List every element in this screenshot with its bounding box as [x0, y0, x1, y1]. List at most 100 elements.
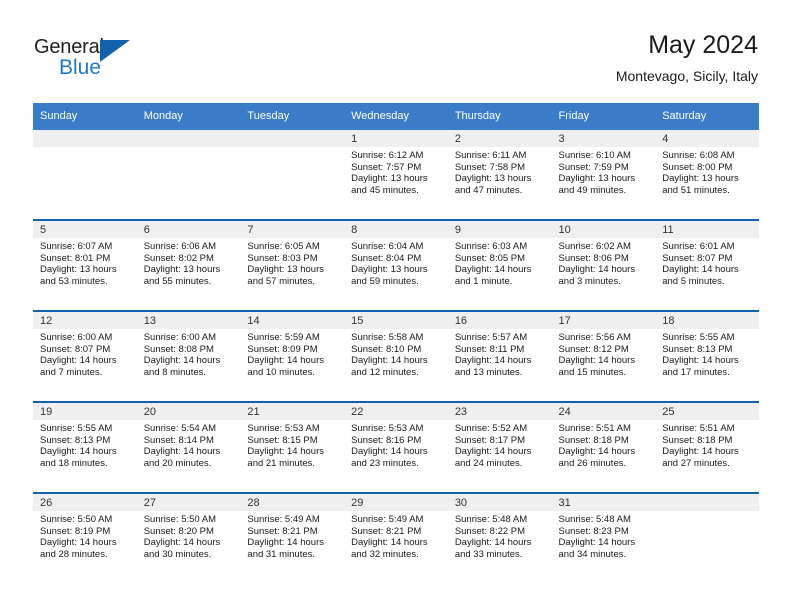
daylight-text-line1: Daylight: 13 hours [558, 173, 636, 185]
calendar-day-cell[interactable]: 1 Sunrise: 6:12 AM Sunset: 7:57 PM Daylight… [344, 130, 448, 220]
sunrise-text: Sunrise: 5:55 AM [40, 423, 113, 434]
calendar-day-cell[interactable]: 21 Sunrise: 5:53 AM Sunset: 8:15 PM Dayligh… [240, 401, 345, 493]
sunrise-text: Sunrise: 5:59 AM [247, 332, 320, 343]
day-details: Sunrise: 6:00 AM Sunset: 8:08 PM Daylight:… [137, 329, 241, 378]
calendar-day-cell[interactable]: 31 Sunrise: 5:48 AM Sunset: 8:23 PM Dayligh… [551, 492, 656, 583]
sunrise-text: Sunrise: 5:50 AM [143, 514, 217, 525]
sunrise-text: Sunrise: 6:00 AM [40, 332, 113, 343]
sunset-text: Sunset: 8:09 PM [247, 343, 318, 355]
sunset-text: Sunset: 7:58 PM [454, 161, 526, 173]
sunrise-text: Sunrise: 5:55 AM [662, 332, 735, 343]
calendar-day-cell[interactable]: 29 Sunrise: 5:49 AM Sunset: 8:21 PM Dayligh… [344, 492, 448, 583]
calendar-day-cell[interactable]: 8 Sunrise: 6:04 AM Sunset: 8:04 PM Daylight… [344, 219, 448, 311]
daylight-text-line1: Daylight: 13 hours [351, 173, 428, 185]
calendar-day-cell[interactable]: 24 Sunrise: 5:51 AM Sunset: 8:18 PM Dayligh… [551, 401, 656, 493]
day-number: 29 [344, 494, 448, 511]
calendar-day-cell[interactable]: 27 Sunrise: 5:50 AM Sunset: 8:20 PM Dayligh… [136, 492, 241, 583]
sunset-text: Sunset: 7:57 PM [351, 161, 422, 173]
day-number: 18 [655, 312, 759, 329]
sunset-text: Sunset: 8:18 PM [558, 434, 629, 446]
daylight-text-line2: and 59 minutes. [351, 275, 419, 287]
calendar-day-cell[interactable]: 9 Sunrise: 6:03 AM Sunset: 8:05 PM Daylight… [447, 219, 552, 311]
calendar-day-cell[interactable]: 18 Sunrise: 5:55 AM Sunset: 8:13 PM Dayligh… [655, 310, 759, 402]
calendar-week-row: 5 Sunrise: 6:07 AM Sunset: 8:01 PM Daylight… [33, 219, 759, 311]
day-number: 6 [136, 221, 241, 238]
calendar-day-cell[interactable]: 3 Sunrise: 6:10 AM Sunset: 7:59 PM Daylight… [551, 130, 656, 220]
calendar-page: General Blue May 2024 Montevago, Sicily,… [0, 0, 792, 612]
daylight-text-line2: and 15 minutes. [558, 366, 627, 378]
daylight-text-line2: and 24 minutes. [454, 457, 523, 469]
day-details: Sunrise: 6:04 AM Sunset: 8:04 PM Daylight:… [344, 238, 448, 287]
daylight-text-line1: Daylight: 14 hours [247, 446, 324, 458]
calendar-day-cell[interactable]: 14 Sunrise: 5:59 AM Sunset: 8:09 PM Dayligh… [240, 310, 345, 402]
day-number: 30 [447, 494, 552, 511]
calendar-day-cell[interactable]: 10 Sunrise: 6:02 AM Sunset: 8:06 PM Dayligh… [551, 219, 656, 311]
weekday-header-monday: Monday [136, 103, 241, 130]
sunset-text: Sunset: 8:16 PM [351, 434, 422, 446]
daylight-text-line1: Daylight: 14 hours [40, 537, 117, 549]
calendar-day-cell[interactable]: 11 Sunrise: 6:01 AM Sunset: 8:07 PM Dayligh… [655, 219, 759, 311]
daylight-text-line1: Daylight: 14 hours [143, 537, 221, 549]
calendar-day-cell[interactable]: 30 Sunrise: 5:48 AM Sunset: 8:22 PM Dayligh… [447, 492, 552, 583]
daylight-text-line2: and 12 minutes. [351, 366, 419, 378]
day-details: Sunrise: 6:03 AM Sunset: 8:05 PM Daylight:… [448, 238, 552, 287]
calendar-day-cell[interactable]: 12 Sunrise: 6:00 AM Sunset: 8:07 PM Dayligh… [33, 310, 137, 402]
day-number: 24 [551, 403, 656, 420]
daylight-text-line1: Daylight: 14 hours [454, 264, 532, 276]
day-number [655, 494, 759, 511]
weekday-header-thursday: Thursday [447, 103, 552, 130]
sunset-text: Sunset: 8:07 PM [662, 252, 733, 264]
calendar-day-cell[interactable]: 7 Sunrise: 6:05 AM Sunset: 8:03 PM Daylight… [240, 219, 345, 311]
sunset-text: Sunset: 8:19 PM [40, 525, 111, 537]
calendar-day-cell[interactable]: 15 Sunrise: 5:58 AM Sunset: 8:10 PM Dayligh… [344, 310, 448, 402]
calendar-day-cell[interactable]: 19 Sunrise: 5:55 AM Sunset: 8:13 PM Dayligh… [33, 401, 137, 493]
day-details: Sunrise: 5:51 AM Sunset: 8:18 PM Daylight:… [552, 420, 656, 469]
sunset-text: Sunset: 8:20 PM [143, 525, 214, 537]
day-number: 20 [136, 403, 241, 420]
calendar-week-row: 26 Sunrise: 5:50 AM Sunset: 8:19 PM Dayligh… [33, 492, 759, 583]
calendar-day-cell[interactable]: 28 Sunrise: 5:49 AM Sunset: 8:21 PM Dayligh… [240, 492, 345, 583]
calendar-day-cell[interactable]: 13 Sunrise: 6:00 AM Sunset: 8:08 PM Dayligh… [136, 310, 241, 402]
daylight-text-line1: Daylight: 14 hours [351, 446, 428, 458]
sunrise-text: Sunrise: 6:00 AM [143, 332, 217, 343]
daylight-text-line2: and 53 minutes. [40, 275, 108, 287]
daylight-text-line1: Daylight: 14 hours [143, 355, 221, 367]
calendar-day-cell[interactable]: 2 Sunrise: 6:11 AM Sunset: 7:58 PM Daylight… [447, 130, 552, 220]
day-details: Sunrise: 5:54 AM Sunset: 8:14 PM Daylight:… [137, 420, 241, 469]
day-number: 22 [344, 403, 448, 420]
calendar-day-cell[interactable]: 17 Sunrise: 5:56 AM Sunset: 8:12 PM Dayligh… [551, 310, 656, 402]
daylight-text-line1: Daylight: 14 hours [662, 446, 739, 458]
calendar-day-cell[interactable]: 23 Sunrise: 5:52 AM Sunset: 8:17 PM Dayligh… [447, 401, 552, 493]
sunrise-text: Sunrise: 5:49 AM [351, 514, 424, 525]
day-details: Sunrise: 5:50 AM Sunset: 8:20 PM Daylight:… [137, 511, 241, 560]
day-number: 14 [240, 312, 345, 329]
sunset-text: Sunset: 8:04 PM [351, 252, 422, 264]
calendar-day-cell-empty [655, 492, 759, 583]
sunset-text: Sunset: 8:00 PM [662, 161, 733, 173]
day-number: 17 [551, 312, 656, 329]
day-details: Sunrise: 6:12 AM Sunset: 7:57 PM Daylight:… [344, 147, 448, 196]
calendar-day-cell[interactable]: 20 Sunrise: 5:54 AM Sunset: 8:14 PM Dayligh… [136, 401, 241, 493]
daylight-text-line1: Daylight: 14 hours [40, 446, 117, 458]
day-details: Sunrise: 6:05 AM Sunset: 8:03 PM Daylight:… [240, 238, 344, 287]
calendar-day-cell[interactable]: 5 Sunrise: 6:07 AM Sunset: 8:01 PM Daylight… [33, 219, 137, 311]
day-details: Sunrise: 5:52 AM Sunset: 8:17 PM Daylight:… [448, 420, 552, 469]
daylight-text-line1: Daylight: 14 hours [662, 355, 739, 367]
sunrise-text: Sunrise: 5:58 AM [351, 332, 424, 343]
day-details: Sunrise: 6:01 AM Sunset: 8:07 PM Daylight:… [655, 238, 759, 287]
sunrise-text: Sunrise: 5:48 AM [454, 514, 528, 525]
calendar-day-cell[interactable]: 6 Sunrise: 6:06 AM Sunset: 8:02 PM Daylight… [136, 219, 241, 311]
sunset-text: Sunset: 8:21 PM [351, 525, 422, 537]
daylight-text-line1: Daylight: 14 hours [558, 355, 636, 367]
calendar-day-cell[interactable]: 22 Sunrise: 5:53 AM Sunset: 8:16 PM Dayligh… [344, 401, 448, 493]
calendar-day-cell[interactable]: 4 Sunrise: 6:08 AM Sunset: 8:00 PM Daylight… [655, 130, 759, 220]
day-details: Sunrise: 5:59 AM Sunset: 8:09 PM Daylight:… [240, 329, 344, 378]
calendar-day-cell[interactable]: 26 Sunrise: 5:50 AM Sunset: 8:19 PM Dayligh… [33, 492, 137, 583]
day-details: Sunrise: 6:00 AM Sunset: 8:07 PM Daylight:… [33, 329, 137, 378]
calendar-day-cell[interactable]: 16 Sunrise: 5:57 AM Sunset: 8:11 PM Dayligh… [447, 310, 552, 402]
daylight-text-line2: and 1 minute. [454, 275, 513, 287]
sunset-text: Sunset: 8:02 PM [143, 252, 214, 264]
calendar-day-cell[interactable]: 25 Sunrise: 5:51 AM Sunset: 8:18 PM Dayligh… [655, 401, 759, 493]
sunset-text: Sunset: 8:21 PM [247, 525, 318, 537]
sunset-text: Sunset: 8:11 PM [454, 343, 525, 355]
